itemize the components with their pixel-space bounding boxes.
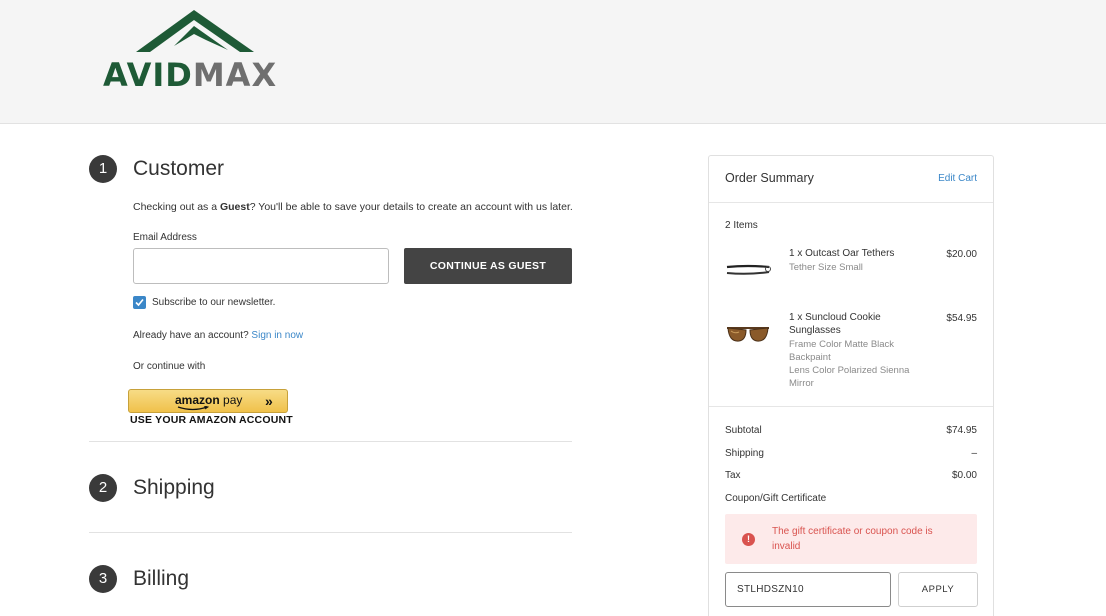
tax-value: $0.00 [951, 470, 977, 481]
item-detail: Backpaint [789, 352, 831, 363]
or-continue-label: Or continue with [133, 361, 206, 372]
double-chevron-icon: » [265, 393, 273, 409]
continue-as-guest-button[interactable]: CONTINUE AS GUEST [404, 248, 572, 284]
apply-coupon-button[interactable]: APPLY [898, 572, 978, 607]
tax-label: Tax [725, 470, 741, 481]
site-header: AVIDMAX [0, 0, 1106, 124]
subscribe-checkbox[interactable] [133, 296, 146, 309]
order-summary-title: Order Summary [725, 171, 814, 185]
shipping-label: Shipping [725, 448, 764, 459]
sunglasses-image [727, 327, 769, 342]
item-name-continued: Sunglasses [789, 325, 841, 336]
amazon-account-subtitle: USE YOUR AMAZON ACCOUNT [130, 414, 293, 426]
edit-cart-link[interactable]: Edit Cart [938, 173, 977, 184]
coupon-code-input[interactable] [725, 572, 891, 607]
item-detail: Lens Color Polarized Sienna [789, 365, 910, 376]
step-number-billing: 3 [89, 565, 117, 593]
step-number-shipping: 2 [89, 474, 117, 502]
coupon-error-alert: ! The gift certificate or coupon code is… [725, 514, 977, 564]
item-name: 1 x Outcast Oar Tethers [789, 248, 895, 259]
section-divider [89, 441, 572, 442]
items-count: 2 Items [725, 220, 758, 231]
email-label: Email Address [133, 232, 197, 243]
mountain-logo-icon [136, 10, 254, 52]
order-summary-panel: Order Summary Edit Cart 2 Items 1 x Outc… [708, 155, 994, 616]
subscribe-label: Subscribe to our newsletter. [152, 297, 276, 308]
error-alert-icon: ! [742, 533, 755, 546]
oar-tether-image [726, 264, 771, 275]
subtotal-label: Subtotal [725, 425, 762, 436]
step-title-billing[interactable]: Billing [133, 567, 189, 591]
item-detail: Tether Size Small [789, 262, 863, 273]
account-prompt: Already have an account? Sign in now [133, 330, 304, 341]
summary-divider [709, 406, 993, 407]
item-price: $20.00 [946, 249, 977, 260]
amazon-pay-wordmark: amazon pay [175, 393, 243, 407]
logo-wordmark: AVIDMAX [103, 56, 278, 94]
item-detail: Mirror [789, 378, 814, 389]
email-field[interactable] [133, 248, 389, 284]
coupon-gift-certificate-link[interactable]: Coupon/Gift Certificate [725, 492, 826, 505]
error-message: The gift certificate or coupon code is i… [772, 526, 933, 552]
avidmax-logo[interactable]: AVIDMAX [100, 8, 290, 98]
item-name: 1 x Suncloud Cookie [789, 312, 881, 323]
amazon-smile-icon [177, 406, 209, 411]
shipping-value: – [971, 448, 977, 459]
checkmark-icon [135, 298, 144, 307]
step-number-customer: 1 [89, 155, 117, 183]
step-title-shipping[interactable]: Shipping [133, 476, 215, 500]
section-divider [89, 532, 572, 533]
summary-divider [709, 202, 993, 203]
amazon-pay-button[interactable]: amazon pay » [128, 389, 288, 413]
sign-in-link[interactable]: Sign in now [251, 330, 303, 341]
item-price: $54.95 [946, 313, 977, 324]
guest-intro-text: Checking out as a Guest? You'll be able … [133, 201, 573, 213]
item-detail: Frame Color Matte Black [789, 339, 895, 350]
step-title-customer: Customer [133, 157, 225, 180]
subtotal-value: $74.95 [946, 425, 977, 436]
